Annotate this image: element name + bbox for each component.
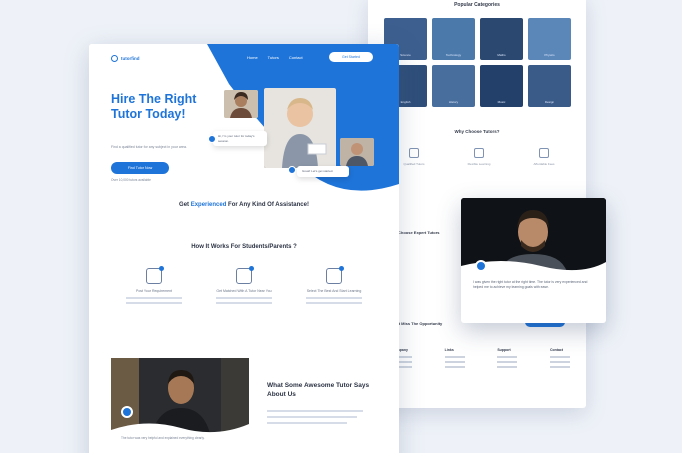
steps-list: Post Your Requirement Get Matched With A… — [119, 266, 369, 304]
hero-subline: Find a qualified tutor for any subject i… — [111, 145, 187, 149]
text-line — [267, 410, 363, 412]
nav-tutors[interactable]: Tutors — [268, 55, 279, 60]
cta-highlight: Experienced — [190, 202, 227, 208]
step-item: Get Matched With A Tutor Near You — [209, 266, 279, 304]
footer-heading: Links — [444, 348, 454, 352]
woman-portrait-icon — [224, 90, 258, 118]
footer-heading: Support — [497, 348, 511, 352]
category-label: Maths — [497, 53, 506, 57]
category-tile[interactable]: Music — [480, 65, 523, 107]
category-grid: Science Technology Maths Physics English… — [384, 18, 571, 107]
man-portrait-icon — [340, 138, 374, 166]
side-heading: Choose Expert Tutors — [398, 230, 440, 235]
category-label: Music — [497, 100, 506, 104]
text-line — [267, 422, 347, 424]
how-it-works-title: How It Works For Students/Parents ? — [191, 244, 297, 250]
wallet-icon — [539, 148, 549, 158]
step-label: Select The Best And Start Learning — [306, 289, 362, 293]
testimonial-quote: I was given the right tutor at the right… — [473, 280, 588, 289]
why-label: Affordable Fees — [533, 162, 555, 166]
category-tile[interactable]: History — [432, 65, 475, 107]
categories-title: Popular Categories — [454, 2, 500, 8]
testimonial-card[interactable]: I was given the right tutor at the right… — [461, 198, 606, 323]
nav-contact[interactable]: Contact — [289, 55, 303, 60]
why-item: Affordable Fees — [520, 148, 568, 166]
chat-text: Hi, I'm your tutor for today's session. — [218, 134, 255, 143]
play-icon[interactable] — [121, 406, 133, 418]
logo-icon — [111, 55, 118, 62]
why-item: Flexible Learning — [455, 148, 503, 166]
footer-column: Support — [497, 348, 518, 371]
chat-icon — [208, 135, 216, 143]
step-label: Get Matched With A Tutor Near You — [216, 289, 272, 293]
hero-headline: Hire The Right Tutor Today! — [111, 92, 197, 121]
category-label: Technology — [445, 53, 462, 57]
step-item: Post Your Requirement — [119, 266, 189, 304]
handshake-icon — [326, 266, 344, 284]
top-nav: Home Tutors Contact — [247, 55, 303, 60]
footer: Company Links Support Contact — [392, 348, 570, 371]
child-portrait-icon — [264, 88, 336, 168]
testimonial-title: What Some Awesome Tutor Says About Us — [267, 382, 370, 398]
chat-text: Great! Let's get started. — [302, 169, 334, 173]
why-title: Why Choose Tutors? — [454, 129, 500, 134]
text-line — [267, 416, 357, 418]
footer-column: Links — [444, 348, 465, 371]
front-page: tutorfind Home Tutors Contact Get Starte… — [89, 44, 399, 453]
category-tile[interactable]: Maths — [480, 18, 523, 60]
chat-icon — [288, 166, 296, 174]
cta-heading: Get Experienced For Any Kind Of Assistan… — [89, 202, 399, 208]
tutor-quote: The tutor was very helpful and explained… — [121, 436, 205, 440]
location-icon — [236, 266, 254, 284]
nav-home[interactable]: Home — [247, 55, 258, 60]
category-tile[interactable]: Technology — [432, 18, 475, 60]
cta-prefix: Get — [179, 202, 191, 208]
footer-column: Contact — [549, 348, 570, 371]
category-label: Physics — [544, 53, 555, 57]
category-tile[interactable]: Physics — [528, 18, 571, 60]
cta-suffix: For Any Kind Of Assistance! — [226, 202, 309, 208]
footer-heading: Contact — [549, 348, 563, 352]
student-photo — [264, 88, 336, 168]
step-item: Select The Best And Start Learning — [299, 266, 369, 304]
tutor-thumbnail — [340, 138, 374, 166]
category-tile[interactable]: Design — [528, 65, 571, 107]
why-label: Flexible Learning — [467, 162, 491, 166]
hero-note: Over 10,000 tutors available — [111, 178, 151, 182]
certificate-icon — [409, 148, 419, 158]
chat-bubble: Great! Let's get started. — [297, 166, 349, 177]
clock-icon — [474, 148, 484, 158]
category-label: History — [448, 100, 459, 104]
step-label: Post Your Requirement — [136, 289, 172, 293]
play-icon[interactable] — [475, 260, 487, 272]
document-icon — [146, 266, 164, 284]
chat-bubble: Hi, I'm your tutor for today's session. — [213, 131, 267, 146]
category-label: Design — [544, 100, 555, 104]
logo-text: tutorfind — [121, 56, 140, 61]
logo[interactable]: tutorfind — [111, 55, 140, 62]
find-tutor-button[interactable]: Find Tutor Now — [111, 162, 169, 174]
get-started-button[interactable]: Get Started — [329, 52, 373, 62]
why-list: Qualified Tutors Flexible Learning Affor… — [390, 148, 568, 166]
tutor-thumbnail — [224, 90, 258, 118]
